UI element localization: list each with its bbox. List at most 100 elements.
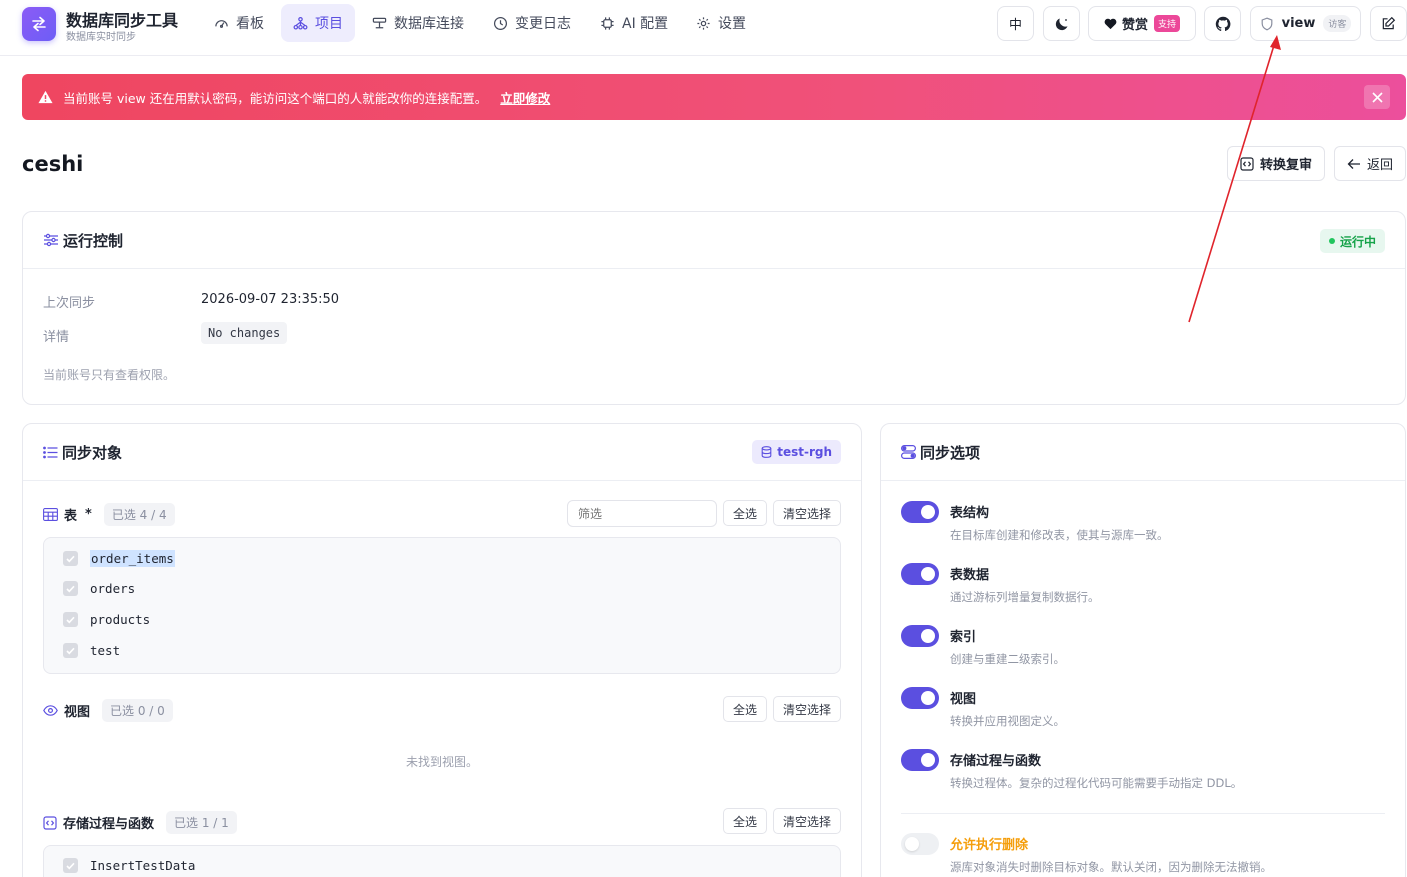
theme-toggle[interactable]: [1043, 6, 1080, 41]
list-item[interactable]: products: [63, 612, 150, 627]
edit-icon: [1382, 16, 1396, 30]
check-icon: [66, 647, 75, 654]
tables-count: 已选 4 / 4: [103, 503, 175, 526]
sync-options-card: 同步选项 表结构 在目标库创建和修改表，使其与源库一致。 表数据 通过游标列增量…: [880, 423, 1406, 877]
nav-connections[interactable]: 数据库连接: [360, 4, 476, 42]
sync-options-header: 同步选项: [881, 424, 1405, 481]
user-role-badge: 访客: [1323, 15, 1352, 32]
option-description: 在目标库创建和修改表，使其与源库一致。: [950, 528, 1169, 542]
routines-toggle[interactable]: [901, 749, 939, 771]
nav-ai-config[interactable]: AI 配置: [588, 4, 680, 42]
list-item[interactable]: order_items: [63, 550, 175, 567]
warning-icon: [38, 90, 53, 104]
nav-settings[interactable]: 设置: [684, 4, 758, 42]
sponsor-badge: 支持: [1154, 15, 1181, 32]
table-name: test: [90, 643, 121, 658]
list-item[interactable]: orders: [63, 581, 135, 596]
connection-icon: [372, 17, 387, 28]
permission-note: 当前账号只有查看权限。: [43, 368, 176, 382]
option-title: 允许执行删除: [950, 838, 1029, 853]
project-tree-icon: [293, 16, 308, 30]
table-name: order_items: [90, 550, 175, 567]
views-toggle[interactable]: [901, 687, 939, 709]
data-toggle[interactable]: [901, 563, 939, 585]
tables-select-all-button[interactable]: 全选: [723, 500, 767, 526]
tables-list: order_items orders products test: [43, 537, 841, 674]
views-label: 视图: [64, 705, 91, 720]
schema-toggle[interactable]: [901, 501, 939, 523]
alert-message: 当前账号 view 还在用默认密码，能访问这个端口的人就能改你的连接配置。: [63, 90, 488, 106]
routine-name: InsertTestData: [90, 858, 196, 873]
chip-icon: [601, 16, 614, 30]
user-menu[interactable]: view 访客: [1250, 6, 1361, 41]
sync-objects-card: 同步对象 test-rgh 表 * 已选 4 / 4 全选 清空选择 order…: [22, 423, 862, 877]
views-clear-button[interactable]: 清空选择: [773, 696, 841, 722]
option-description: 源库对象消失时删除目标对象。默认关闭，因为删除无法撤销。: [950, 860, 1272, 874]
check-icon: [66, 585, 75, 592]
sync-arrows-icon: [32, 16, 46, 32]
tables-section-title: 表 * 已选 4 / 4: [43, 503, 175, 526]
language-toggle[interactable]: 中: [997, 6, 1034, 41]
checkbox[interactable]: [63, 581, 78, 596]
options-divider: [901, 813, 1385, 814]
option-title: 表结构: [950, 506, 990, 521]
checkbox[interactable]: [63, 551, 78, 566]
nav-label: 变更日志: [515, 16, 571, 32]
change-password-link[interactable]: 立即修改: [500, 88, 550, 107]
nav-changelog[interactable]: 变更日志: [481, 4, 583, 42]
views-select-all-button[interactable]: 全选: [723, 696, 767, 722]
table-name: orders: [90, 581, 136, 596]
status-badge: 运行中: [1319, 229, 1385, 253]
app-logo[interactable]: [22, 7, 56, 41]
sync-objects-header: 同步对象 test-rgh: [23, 424, 861, 481]
sync-objects-title: 同步对象: [62, 443, 123, 462]
required-mark: *: [85, 507, 92, 522]
arrow-left-icon: [1347, 158, 1360, 169]
sponsor-button[interactable]: 赞赏 支持: [1088, 6, 1196, 41]
routines-label: 存储过程与函数: [63, 817, 155, 832]
option-title: 表数据: [950, 568, 990, 583]
back-label: 返回: [1367, 158, 1394, 173]
option-title: 视图: [950, 692, 977, 707]
app-subtitle: 数据库实时同步: [66, 32, 136, 43]
edit-button[interactable]: [1370, 6, 1407, 41]
indexes-toggle[interactable]: [901, 625, 939, 647]
option-description: 转换并应用视图定义。: [950, 714, 1065, 728]
convert-review-button[interactable]: 转换复审: [1227, 146, 1326, 181]
github-button[interactable]: [1204, 6, 1241, 41]
check-icon: [66, 862, 75, 869]
nav-projects[interactable]: 项目: [281, 4, 355, 42]
detail-label: 详情: [43, 330, 70, 345]
routines-select-all-button[interactable]: 全选: [723, 808, 767, 834]
tables-clear-button[interactable]: 清空选择: [773, 500, 841, 526]
eye-icon: [43, 705, 58, 716]
tables-label: 表: [64, 509, 78, 524]
checkbox[interactable]: [63, 858, 78, 873]
list-item[interactable]: InsertTestData: [63, 858, 195, 873]
run-control-card: 运行控制 运行中 上次同步 2026-09-07 23:35:50 详情 No …: [22, 211, 1406, 405]
last-sync-value: 2026-09-07 23:35:50: [201, 292, 340, 307]
nav-dashboard[interactable]: 看板: [202, 4, 276, 42]
page-title: ceshi: [22, 152, 84, 176]
run-control-header: 运行控制 运行中: [23, 212, 1405, 269]
routines-count: 已选 1 / 1: [166, 811, 237, 834]
checkbox[interactable]: [63, 643, 78, 658]
github-icon: [1215, 16, 1230, 31]
list-item[interactable]: test: [63, 643, 120, 658]
routines-list: InsertTestData: [43, 845, 841, 877]
status-dot: [1328, 238, 1335, 244]
moon-icon: [1055, 18, 1067, 30]
routines-section-title: 存储过程与函数 已选 1 / 1: [43, 811, 237, 834]
routines-clear-button[interactable]: 清空选择: [773, 808, 841, 834]
status-text: 运行中: [1339, 234, 1376, 249]
code-box-icon: [43, 815, 57, 830]
checkbox[interactable]: [63, 612, 78, 627]
alert-close-button[interactable]: [1364, 85, 1390, 109]
shield-icon: [1261, 17, 1273, 30]
allow-delete-toggle[interactable]: [901, 833, 939, 855]
option-description: 通过游标列增量复制数据行。: [950, 590, 1100, 604]
close-icon: [1371, 91, 1383, 103]
table-filter-input[interactable]: [567, 500, 717, 527]
history-icon: [493, 16, 508, 30]
back-button[interactable]: 返回: [1334, 146, 1407, 181]
